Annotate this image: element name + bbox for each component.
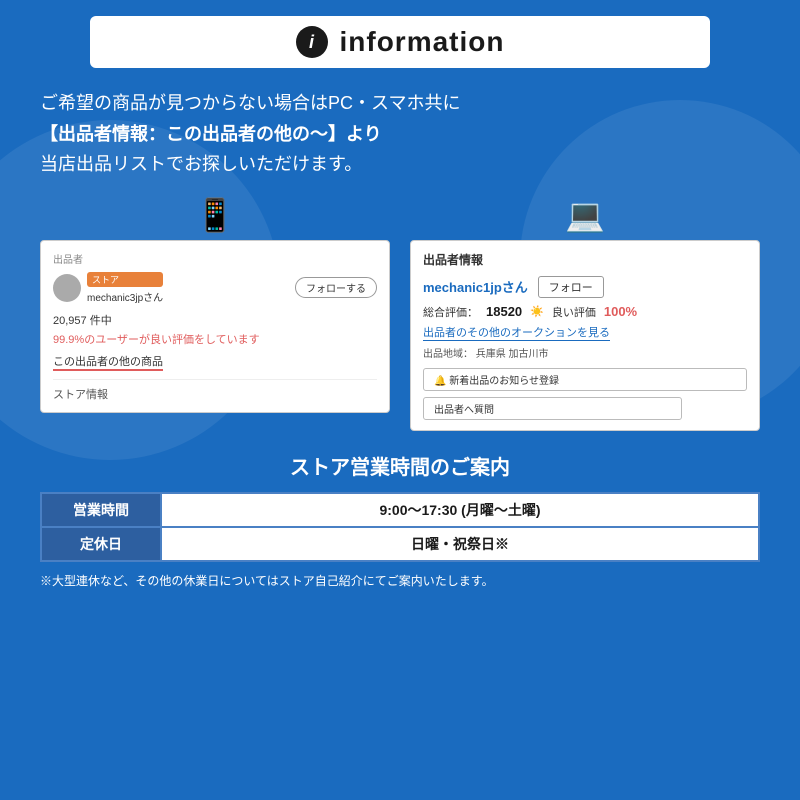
info-icon-text: i: [309, 32, 314, 53]
mobile-review-count: 20,957 件中: [53, 312, 377, 328]
mobile-review-percent: 99.9%のユーザーが良い評価をしています: [53, 331, 377, 347]
main-description: ご希望の商品が見つからない場合はPC・スマホ共に 【出品者情報：この出品者の他の…: [40, 88, 760, 180]
hours-table: 営業時間 9:00〜17:30 (月曜〜土曜) 定休日 日曜・祝祭日※: [40, 492, 760, 562]
pc-sun-icon: ☀️: [530, 305, 544, 318]
pc-auction-link[interactable]: 出品者のその他のオークションを見る: [423, 324, 610, 341]
mobile-screenshot-box: 出品者 ストア mechanic3jpさん フォローする 20,957 件中 9…: [40, 240, 390, 413]
pc-seller-name: mechanic1jpさん: [423, 277, 528, 296]
info-header-box: i information: [90, 16, 710, 68]
main-text-line1: ご希望の商品が見つからない場合はPC・スマホ共に: [40, 93, 460, 113]
info-title: information: [340, 26, 505, 58]
table-row-holiday: 定休日 日曜・祝祭日※: [41, 527, 759, 561]
pc-good-rating-percent: 100%: [604, 304, 637, 319]
pc-total-rating-label: 総合評価：: [423, 304, 478, 320]
mobile-store-info-label[interactable]: ストア情報: [53, 379, 377, 402]
mobile-store-badge: ストア: [87, 272, 163, 287]
screenshots-row: 📱 出品者 ストア mechanic3jpさん フォローする 20,957 件中…: [40, 196, 760, 431]
pc-rating-row: 総合評価： 18520 ☀️ 良い評価 100%: [423, 304, 747, 320]
pc-screenshot-col: 💻 出品者情報 mechanic1jpさん フォロー 総合評価： 18520 ☀…: [410, 196, 760, 431]
mobile-section-label: 出品者: [53, 251, 377, 266]
hours-label-2: 定休日: [41, 527, 161, 561]
mobile-screenshot-col: 📱 出品者 ストア mechanic3jpさん フォローする 20,957 件中…: [40, 196, 390, 413]
main-text-line3: 当店出品リストでお探しいただけます。: [40, 154, 362, 174]
info-icon: i: [296, 26, 328, 58]
pc-question-button[interactable]: 出品者へ質問: [423, 397, 682, 420]
mobile-other-products-link[interactable]: この出品者の他の商品: [53, 353, 163, 371]
pc-total-rating-num: 18520: [486, 304, 522, 319]
mobile-follow-button[interactable]: フォローする: [295, 277, 377, 298]
hours-value-1: 9:00〜17:30 (月曜〜土曜): [161, 493, 759, 527]
mobile-seller-left: ストア mechanic3jpさん: [53, 272, 163, 304]
mobile-device-icon: 📱: [195, 196, 235, 234]
mobile-seller-row: ストア mechanic3jpさん フォローする: [53, 272, 377, 304]
pc-notification-button[interactable]: 🔔 新着出品のお知らせ登録: [423, 368, 747, 391]
hours-label-1: 営業時間: [41, 493, 161, 527]
pc-section-label: 出品者情報: [423, 251, 747, 268]
pc-location-row: 出品地域： 兵庫県 加古川市: [423, 345, 747, 360]
hours-value-2: 日曜・祝祭日※: [161, 527, 759, 561]
pc-follow-button[interactable]: フォロー: [538, 276, 604, 298]
store-hours-title: ストア営業時間のご案内: [40, 451, 760, 480]
pc-location-label: 出品地域：: [423, 349, 473, 360]
pc-device-icon: 💻: [565, 196, 605, 234]
table-row-hours: 営業時間 9:00〜17:30 (月曜〜土曜): [41, 493, 759, 527]
main-text-line2: 【出品者情報：この出品者の他の〜】より: [40, 124, 382, 144]
mobile-avatar: [53, 274, 81, 302]
pc-location-value: 兵庫県 加古川市: [476, 349, 549, 360]
pc-good-rating-label: 良い評価: [552, 304, 596, 320]
store-hours-section: ストア営業時間のご案内 営業時間 9:00〜17:30 (月曜〜土曜) 定休日 …: [40, 451, 760, 589]
mobile-seller-name: mechanic3jpさん: [87, 293, 163, 304]
footer-note: ※大型連休など、その他の休業日についてはストア自己紹介にてご案内いたします。: [40, 572, 760, 589]
pc-seller-row: mechanic1jpさん フォロー: [423, 276, 747, 298]
pc-screenshot-box: 出品者情報 mechanic1jpさん フォロー 総合評価： 18520 ☀️ …: [410, 240, 760, 431]
